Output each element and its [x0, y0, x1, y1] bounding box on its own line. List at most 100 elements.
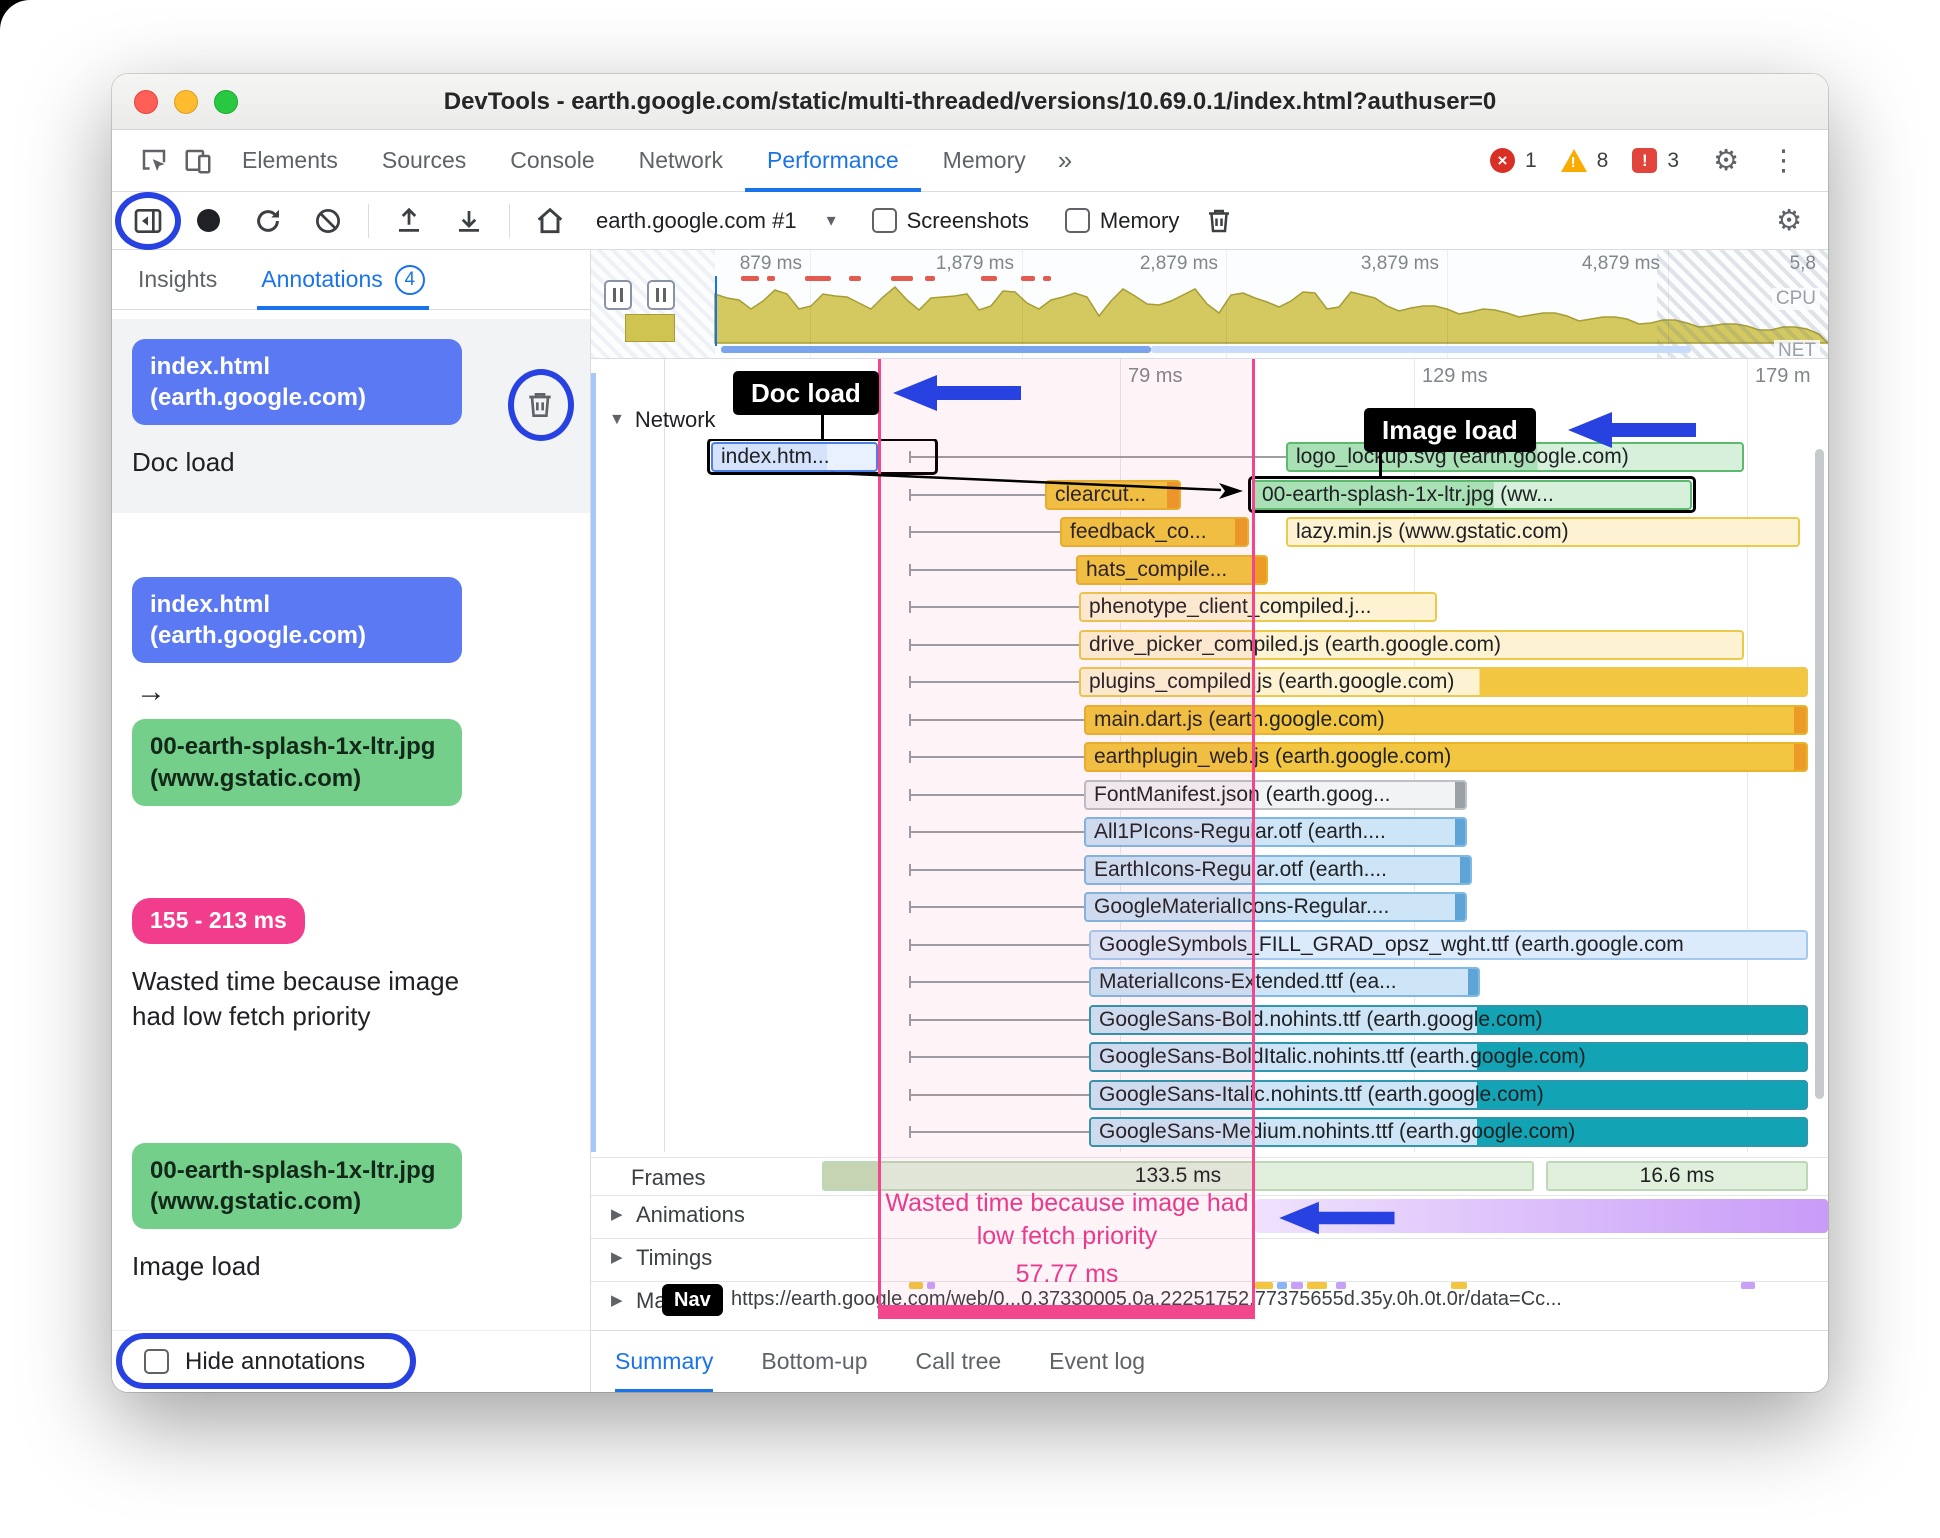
- nav-marker-badge[interactable]: Nav: [662, 1284, 723, 1316]
- trace-bound-handle-right[interactable]: [647, 280, 675, 310]
- network-request-bar[interactable]: EarthIcons-Regular.otf (earth....: [1084, 854, 1472, 885]
- minimize-window-button[interactable]: [174, 90, 198, 114]
- network-request-bar[interactable]: MaterialIcons-Extended.ttf (ea...: [1089, 967, 1480, 997]
- network-request-bar[interactable]: main.dart.js (earth.google.com): [1084, 704, 1808, 735]
- tab-summary[interactable]: Summary: [615, 1331, 714, 1392]
- frames-track-label[interactable]: Frames: [631, 1165, 706, 1191]
- expand-triangle-icon[interactable]: ▶: [611, 1291, 623, 1309]
- image-load-callout[interactable]: Image load: [1364, 408, 1536, 452]
- zoom-window-button[interactable]: [214, 90, 238, 114]
- expand-triangle-icon[interactable]: ▶: [611, 1205, 623, 1223]
- clear-recording-icon[interactable]: [308, 201, 348, 241]
- animations-track-label[interactable]: Animations: [636, 1202, 745, 1228]
- request-queue-whisker: [909, 676, 1079, 688]
- tab-elements[interactable]: Elements: [220, 130, 360, 192]
- network-request-bar[interactable]: GoogleSans-Medium.nohints.ttf (earth.goo…: [1089, 1117, 1808, 1147]
- detail-tick-label: 79 ms: [1128, 365, 1183, 387]
- network-request-bar[interactable]: GoogleSans-Bold.nohints.ttf (earth.googl…: [1089, 1004, 1808, 1035]
- checkbox-icon[interactable]: [871, 208, 897, 233]
- network-request-bar[interactable]: index.htm...: [711, 442, 878, 472]
- time-range-pill[interactable]: 155 - 213 ms: [132, 898, 305, 944]
- issues-icon[interactable]: [1632, 148, 1658, 173]
- tab-console[interactable]: Console: [488, 130, 616, 192]
- kebab-menu-icon[interactable]: ⋮: [1759, 143, 1808, 178]
- tab-annotations[interactable]: Annotations 4: [257, 250, 430, 310]
- hide-annotations-row[interactable]: Hide annotations: [112, 1330, 590, 1392]
- annotation-card-time-range[interactable]: 155 - 213 ms Wasted time because image h…: [112, 878, 590, 1034]
- warning-icon[interactable]: [1560, 149, 1587, 172]
- network-request-bar[interactable]: GoogleSans-BoldItalic.nohints.ttf (earth…: [1089, 1042, 1808, 1072]
- tab-event-log[interactable]: Event log: [1049, 1331, 1145, 1393]
- trace-bound-handle-left[interactable]: [604, 280, 632, 310]
- network-request-bar[interactable]: 00-earth-splash-1x-ltr.jpg (ww...: [1252, 479, 1692, 510]
- tab-call-tree[interactable]: Call tree: [916, 1331, 1002, 1393]
- error-icon[interactable]: [1489, 148, 1515, 173]
- network-request-bar[interactable]: lazy.min.js (www.gstatic.com): [1286, 517, 1800, 547]
- network-request-bar[interactable]: drive_picker_compiled.js (earth.google.c…: [1079, 629, 1744, 660]
- network-section-header[interactable]: ▼ Network: [609, 407, 716, 433]
- tab-sources[interactable]: Sources: [360, 130, 488, 192]
- network-waterfall: index.htm... logo_lockup.svg (earth.googl…: [591, 439, 1828, 1152]
- warning-count[interactable]: 8: [1597, 149, 1609, 173]
- timeline-minimap[interactable]: 879 ms 1,879 ms 2,879 ms 3,879 ms 4,879 ms 5,…: [591, 250, 1828, 359]
- screenshots-checkbox[interactable]: Screenshots: [871, 208, 1029, 234]
- toggle-sidebar-icon[interactable]: [115, 191, 181, 250]
- network-request-bar[interactable]: GoogleSymbols_FILL_GRAD_opsz_wght.ttf (e…: [1089, 929, 1808, 960]
- network-request-bar[interactable]: FontManifest.json (earth.goog...: [1084, 779, 1467, 810]
- vertical-scrollbar[interactable]: [1815, 449, 1824, 1099]
- network-request-bar[interactable]: GoogleSans-Italic.nohints.ttf (earth.goo…: [1089, 1079, 1808, 1110]
- network-request-bar[interactable]: hats_compile...: [1076, 554, 1268, 585]
- network-request-bar[interactable]: All1PIcons-Regular.otf (earth....: [1084, 817, 1467, 847]
- home-icon[interactable]: [530, 201, 570, 241]
- annotation-pill-splash-image[interactable]: 00-earth-splash-1x-ltr.jpg (www.gstatic.…: [132, 719, 462, 806]
- annotations-sidebar: Insights Annotations 4 index.html (earth…: [112, 250, 591, 1392]
- inspect-element-icon[interactable]: [132, 139, 176, 183]
- tab-network[interactable]: Network: [617, 130, 745, 192]
- settings-gear-icon[interactable]: ⚙: [1703, 143, 1749, 178]
- request-queue-whisker: [909, 863, 1084, 876]
- annotation-pill-index-html[interactable]: index.html (earth.google.com): [132, 577, 462, 664]
- annotation-card-image-load[interactable]: 00-earth-splash-1x-ltr.jpg (www.gstatic.…: [112, 1123, 590, 1284]
- tab-bottom-up[interactable]: Bottom-up: [761, 1331, 867, 1393]
- frame-duration-bar[interactable]: 16.6 ms: [1546, 1161, 1808, 1191]
- network-request-bar[interactable]: plugins_compiled.js (earth.google.com): [1079, 667, 1808, 697]
- reload-and-record-icon[interactable]: [248, 201, 288, 241]
- network-request-bar[interactable]: phenotype_client_compiled.j...: [1079, 592, 1437, 622]
- request-queue-whisker: [909, 901, 1084, 913]
- network-request-bar[interactable]: feedback_co...: [1060, 517, 1249, 547]
- device-toolbar-icon[interactable]: [176, 139, 220, 183]
- capture-settings-gear-icon[interactable]: ⚙: [1766, 203, 1812, 238]
- target-selector[interactable]: earth.google.com #1: [596, 208, 797, 234]
- network-request-bar[interactable]: earthplugin_web.js (earth.google.com): [1084, 742, 1808, 772]
- save-profile-icon[interactable]: [449, 201, 489, 241]
- hide-annotations-checkbox[interactable]: [144, 1349, 169, 1374]
- timings-track-label[interactable]: Timings: [636, 1245, 712, 1271]
- annotation-pill-index-html[interactable]: index.html (earth.google.com): [132, 339, 462, 426]
- collapse-triangle-icon[interactable]: ▼: [609, 411, 625, 429]
- error-count[interactable]: 1: [1525, 149, 1537, 173]
- annotation-card-doc-load[interactable]: index.html (earth.google.com) Doc load: [112, 319, 590, 513]
- tab-performance[interactable]: Performance: [745, 130, 921, 192]
- chevron-down-icon[interactable]: ▾: [827, 210, 836, 231]
- memory-checkbox[interactable]: Memory: [1064, 208, 1179, 234]
- collect-garbage-icon[interactable]: [1199, 201, 1239, 241]
- doc-load-callout[interactable]: Doc load: [733, 371, 879, 415]
- delete-annotation-button[interactable]: [524, 389, 556, 424]
- network-request-bar[interactable]: GoogleMaterialIcons-Regular....: [1084, 892, 1467, 922]
- tab-memory[interactable]: Memory: [921, 130, 1048, 192]
- timeline-detail-view: 79 ms 129 ms 179 m ▼ Network index.htm... l…: [591, 359, 1828, 1330]
- annotations-list: index.html (earth.google.com) Doc load i…: [112, 310, 590, 1330]
- expand-triangle-icon[interactable]: ▶: [611, 1248, 623, 1266]
- issues-count[interactable]: 3: [1667, 149, 1679, 173]
- checkbox-icon[interactable]: [1064, 208, 1090, 233]
- network-request-bar[interactable]: clearcut...: [1045, 479, 1181, 510]
- minimap-tick-label: 1,879 ms: [935, 253, 1014, 274]
- record-button[interactable]: [188, 201, 228, 241]
- annotation-pill-splash-image[interactable]: 00-earth-splash-1x-ltr.jpg (www.gstatic.…: [132, 1143, 462, 1230]
- close-window-button[interactable]: [134, 90, 158, 114]
- load-profile-icon[interactable]: [389, 201, 429, 241]
- tab-insights[interactable]: Insights: [138, 250, 217, 310]
- annotation-card-link[interactable]: index.html (earth.google.com) → 00-earth…: [112, 557, 590, 806]
- annotation-label: Image load: [132, 1251, 261, 1282]
- more-tabs-icon[interactable]: »: [1048, 145, 1082, 176]
